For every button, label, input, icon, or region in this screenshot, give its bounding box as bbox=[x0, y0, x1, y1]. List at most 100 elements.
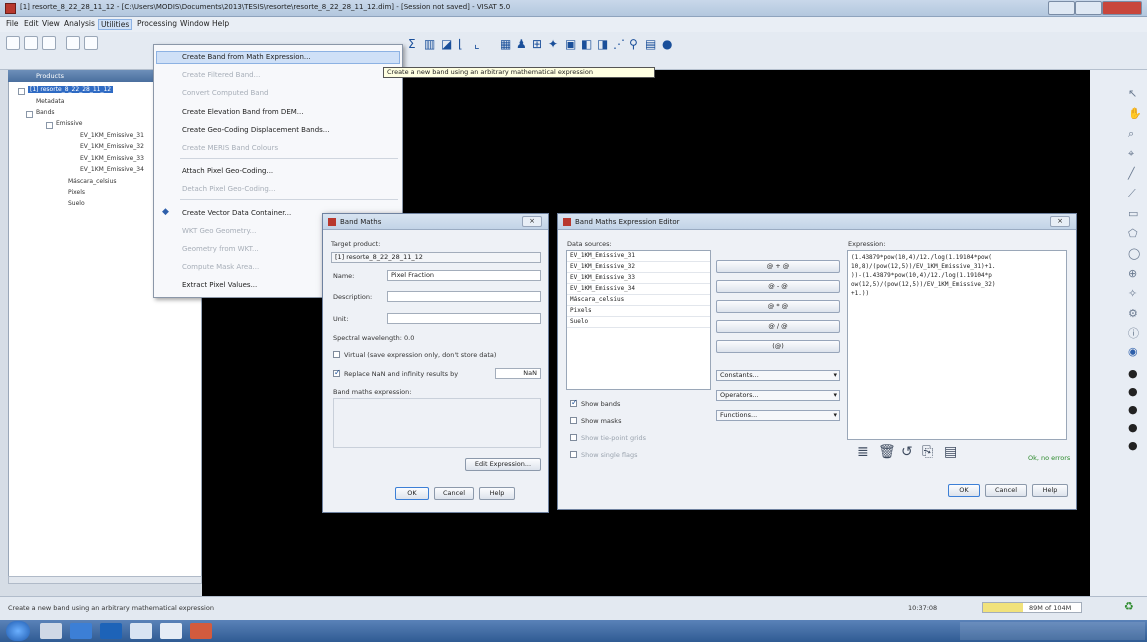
parentheses-button[interactable]: (@) bbox=[716, 340, 840, 353]
list-item[interactable]: EV_1KM_Emissive_33 bbox=[567, 273, 710, 284]
menu-item-mask-area[interactable]: Compute Mask Area... bbox=[182, 263, 259, 271]
replace-nan-checkbox[interactable] bbox=[333, 368, 341, 377]
tree-item-band31[interactable]: EV_1KM_Emissive_31 bbox=[80, 132, 144, 139]
help-icon[interactable]: ● bbox=[662, 37, 672, 51]
magic-wand-icon[interactable]: ✧ bbox=[1128, 288, 1137, 300]
tree-item-band34[interactable]: EV_1KM_Emissive_34 bbox=[80, 166, 144, 173]
replace-value-input[interactable]: NaN bbox=[495, 368, 541, 379]
show-bands-checkbox[interactable] bbox=[570, 398, 578, 407]
menu-item-detach-geocoding[interactable]: Detach Pixel Geo-Coding... bbox=[182, 185, 275, 193]
data-sources-list[interactable]: EV_1KM_Emissive_31 EV_1KM_Emissive_32 EV… bbox=[566, 250, 711, 390]
range-finder-icon[interactable]: ⊕ bbox=[1128, 268, 1137, 280]
menu-item-meris-colours[interactable]: Create MERIS Band Colours bbox=[182, 144, 278, 152]
tree-item-emissive[interactable]: Emissive bbox=[56, 120, 82, 127]
copy-icon[interactable]: ⎘ bbox=[922, 444, 933, 460]
menu-item-convert-band[interactable]: Convert Computed Band bbox=[182, 89, 268, 97]
name-input[interactable]: Pixel Fraction bbox=[387, 270, 541, 281]
info-icon[interactable]: ◧ bbox=[581, 37, 592, 51]
menu-item-extract-pixels[interactable]: Extract Pixel Values... bbox=[182, 281, 257, 289]
menu-analysis[interactable]: Analysis bbox=[64, 19, 95, 28]
history-icon[interactable]: ≣ bbox=[857, 444, 869, 460]
tree-item-band32[interactable]: EV_1KM_Emissive_32 bbox=[80, 143, 144, 150]
cancel-button[interactable]: Cancel bbox=[985, 484, 1027, 497]
sigma-icon[interactable]: Σ bbox=[408, 37, 416, 51]
gcp-icon[interactable]: ⊞ bbox=[532, 37, 542, 51]
menu-window[interactable]: Window bbox=[180, 19, 210, 28]
horizontal-scrollbar[interactable] bbox=[8, 576, 202, 584]
maximize-button[interactable] bbox=[1075, 1, 1102, 15]
save-icon[interactable] bbox=[42, 36, 56, 50]
list-item[interactable]: Pixels bbox=[567, 306, 710, 317]
band-icon[interactable] bbox=[84, 36, 98, 50]
pixel-info-icon[interactable]: ◨ bbox=[597, 37, 608, 51]
draw-line-icon[interactable]: ╱ bbox=[1128, 168, 1135, 180]
menu-item-filtered-band[interactable]: Create Filtered Band... bbox=[182, 71, 260, 79]
minimize-button[interactable] bbox=[1048, 1, 1075, 15]
list-item[interactable]: EV_1KM_Emissive_31 bbox=[567, 251, 710, 262]
close-button[interactable] bbox=[1102, 1, 1142, 15]
expand-icon[interactable] bbox=[18, 88, 25, 95]
undo-icon[interactable]: ↺ bbox=[901, 444, 913, 460]
pixel-tool-icon[interactable]: ⚙ bbox=[1128, 308, 1138, 320]
layer-icon[interactable]: ▦ bbox=[500, 37, 511, 51]
description-input[interactable] bbox=[387, 291, 541, 302]
subtract-operator-button[interactable]: @ - @ bbox=[716, 280, 840, 293]
pin-icon[interactable]: ♟ bbox=[516, 37, 527, 51]
taskbar-app-icon[interactable] bbox=[160, 623, 182, 639]
clear-icon[interactable]: 🗑 bbox=[878, 444, 896, 460]
close-icon[interactable]: × bbox=[1050, 216, 1070, 227]
taskbar-app-icon[interactable] bbox=[130, 623, 152, 639]
menu-help[interactable]: Help bbox=[212, 19, 229, 28]
menu-item-geometry-wkt[interactable]: Geometry from WKT... bbox=[182, 245, 259, 253]
unit-input[interactable] bbox=[387, 313, 541, 324]
expand-icon[interactable] bbox=[46, 122, 53, 129]
new-icon[interactable] bbox=[6, 36, 20, 50]
zoom-tool-icon[interactable]: ⌕ bbox=[1128, 128, 1134, 140]
product-icon[interactable] bbox=[66, 36, 80, 50]
menu-processing[interactable]: Processing bbox=[137, 19, 177, 28]
tree-item-suelo[interactable]: Suelo bbox=[68, 200, 85, 207]
close-icon[interactable]: × bbox=[522, 216, 542, 227]
expression-textarea[interactable]: (1.43879*pow(10,4)/12./log(1.19104*pow( … bbox=[847, 250, 1067, 440]
tree-item-product[interactable]: [1] resorte_8_22_28_11_12 bbox=[28, 86, 114, 93]
sync-icon[interactable]: ● bbox=[1128, 440, 1138, 452]
tree-item-band33[interactable]: EV_1KM_Emissive_33 bbox=[80, 155, 144, 162]
taskbar-app-icon[interactable] bbox=[70, 623, 92, 639]
list-item[interactable]: Máscara_celsius bbox=[567, 295, 710, 306]
ok-button[interactable]: OK bbox=[948, 484, 980, 497]
graph-icon[interactable]: ⋰ bbox=[613, 37, 625, 51]
list-item[interactable]: EV_1KM_Emissive_34 bbox=[567, 284, 710, 295]
info-tool-icon[interactable]: ⓘ bbox=[1128, 328, 1139, 340]
divide-operator-button[interactable]: @ / @ bbox=[716, 320, 840, 333]
histogram-icon[interactable]: ◪ bbox=[441, 37, 452, 51]
taskbar-app-icon[interactable] bbox=[100, 623, 122, 639]
zoom-pixel-icon[interactable]: ● bbox=[1128, 422, 1138, 434]
operators-select[interactable]: Operators... bbox=[716, 390, 840, 401]
list-item[interactable]: EV_1KM_Emissive_32 bbox=[567, 262, 710, 273]
paste-icon[interactable]: ▤ bbox=[944, 444, 957, 460]
menu-item-wkt-geometry[interactable]: WKT Geo Geometry... bbox=[182, 227, 256, 235]
tree-item-mascara[interactable]: Máscara_celsius bbox=[68, 178, 116, 185]
list-item[interactable]: Suelo bbox=[567, 317, 710, 328]
taskbar-app-icon[interactable] bbox=[40, 623, 62, 639]
menu-item-geocoding[interactable]: Create Geo-Coding Displacement Bands... bbox=[182, 126, 329, 134]
draw-polyline-icon[interactable]: ⟋ bbox=[1128, 188, 1136, 200]
help-button[interactable]: Help bbox=[1032, 484, 1068, 497]
tree-item-metadata[interactable]: Metadata bbox=[36, 98, 64, 105]
menu-edit[interactable]: Edit bbox=[24, 19, 39, 28]
menu-file[interactable]: File bbox=[6, 19, 19, 28]
time-icon[interactable]: ⚲ bbox=[629, 37, 638, 51]
functions-select[interactable]: Functions... bbox=[716, 410, 840, 421]
profile-icon[interactable]: ⌞ bbox=[474, 37, 480, 51]
tree-item-pixels[interactable]: Pixels bbox=[68, 189, 85, 196]
start-button[interactable] bbox=[6, 621, 30, 641]
world-icon[interactable]: ◉ bbox=[1128, 346, 1138, 358]
add-operator-button[interactable]: @ + @ bbox=[716, 260, 840, 273]
cancel-button[interactable]: Cancel bbox=[434, 487, 474, 500]
menu-item-vector-container[interactable]: Create Vector Data Container... bbox=[182, 209, 291, 217]
zoom-all-icon[interactable]: ● bbox=[1128, 404, 1138, 416]
select-tool-icon[interactable]: ↖ bbox=[1128, 88, 1137, 100]
draw-ellipse-icon[interactable]: ◯ bbox=[1128, 248, 1140, 260]
constants-select[interactable]: Constants... bbox=[716, 370, 840, 381]
menu-item-elevation[interactable]: Create Elevation Band from DEM... bbox=[182, 108, 303, 116]
